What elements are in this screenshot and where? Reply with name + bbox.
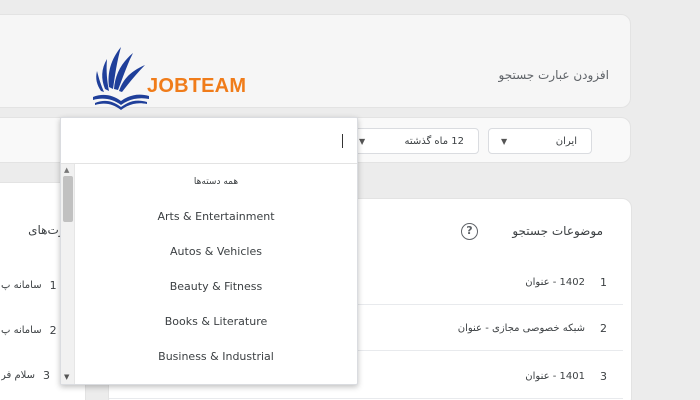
category-search-input[interactable] [67,126,351,156]
category-option[interactable]: Beauty & Fitness [75,269,357,304]
category-option[interactable]: Books & Literature [75,304,357,339]
category-dropdown[interactable]: ▲ ▼ همه دسته‌ها Arts & Entertainment Aut… [60,117,358,385]
logo-book-icon [93,47,149,110]
period-label: 12 ماه گذشته [404,135,464,147]
period-select[interactable]: 12 ماه گذشته ▼ [346,128,479,154]
header-card: JOBTEAM افزودن عبارت جستجو [0,14,631,110]
region-select[interactable]: ایران ▼ [488,128,592,154]
category-option[interactable]: Arts & Entertainment [75,199,357,234]
category-option[interactable]: Autos & Vehicles [75,234,357,269]
category-option[interactable]: Business & Industrial [75,339,357,374]
help-icon[interactable]: ? [461,223,478,240]
category-search-box [61,118,357,164]
scroll-down-icon[interactable]: ▼ [64,373,69,381]
text-cursor [342,134,343,148]
jobteam-logo[interactable]: JOBTEAM [91,41,271,121]
scrollbar-thumb[interactable] [63,176,73,222]
scroll-up-icon[interactable]: ▲ [64,166,69,174]
search-topics-title: موضوعات جستجو [512,224,603,238]
region-label: ایران [555,135,577,147]
category-option-all[interactable]: همه دسته‌ها [75,164,357,199]
chevron-down-icon: ▼ [501,136,508,146]
dropdown-scrollbar[interactable]: ▲ ▼ [61,164,75,384]
add-search-term-title[interactable]: افزودن عبارت جستجو [499,68,610,82]
chevron-down-icon: ▼ [359,136,366,146]
logo-text: JOBTEAM [147,75,247,97]
